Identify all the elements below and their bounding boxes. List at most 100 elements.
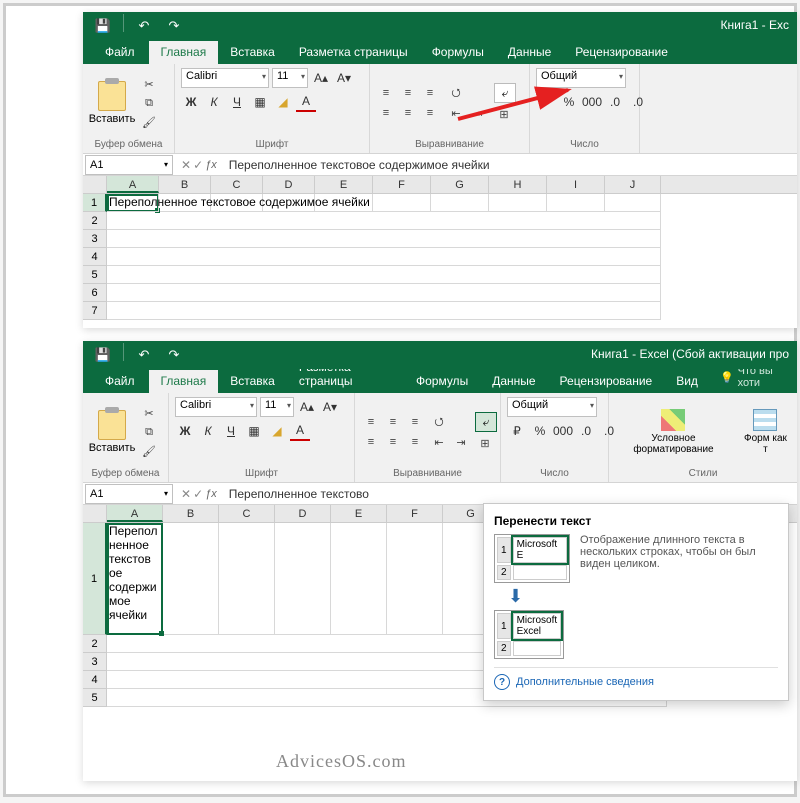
- wrap-text-button[interactable]: ⤶: [475, 412, 497, 432]
- increase-decimal-icon[interactable]: .0: [605, 92, 625, 112]
- italic-button[interactable]: К: [204, 92, 224, 112]
- align-middle-icon[interactable]: ≡: [398, 84, 418, 102]
- merge-button[interactable]: ⊞: [494, 105, 514, 123]
- conditional-formatting-button[interactable]: Условное форматирование: [615, 407, 732, 457]
- row-header[interactable]: 5: [83, 266, 107, 284]
- increase-decimal-icon[interactable]: .0: [576, 421, 596, 441]
- currency-icon[interactable]: ₽: [507, 421, 527, 441]
- cell[interactable]: [107, 248, 661, 266]
- tab-insert[interactable]: Вставка: [218, 41, 287, 64]
- bold-button[interactable]: Ж: [175, 421, 195, 441]
- cell[interactable]: [107, 266, 661, 284]
- tab-review[interactable]: Рецензирование: [563, 41, 680, 64]
- decrease-font-icon[interactable]: A▾: [334, 68, 354, 88]
- cell[interactable]: [107, 212, 661, 230]
- enter-icon[interactable]: ✓: [193, 158, 203, 172]
- font-name-combo[interactable]: Calibri▾: [181, 68, 269, 88]
- increase-font-icon[interactable]: A▴: [311, 68, 331, 88]
- formula-bar[interactable]: Переполненное текстовое содержимое ячейк…: [223, 156, 797, 174]
- select-all-corner[interactable]: [83, 176, 107, 193]
- decrease-indent-icon[interactable]: ⇤: [429, 433, 449, 451]
- fill-color-button[interactable]: ◢: [273, 92, 293, 112]
- col-header[interactable]: A: [107, 176, 159, 193]
- paste-button[interactable]: Вставить: [89, 81, 135, 125]
- cell[interactable]: [219, 523, 275, 635]
- tab-page-layout[interactable]: Разметка страницы: [287, 41, 420, 64]
- col-header[interactable]: B: [159, 176, 211, 193]
- format-painter-icon[interactable]: 🖌: [139, 442, 159, 460]
- align-top-icon[interactable]: ≡: [361, 413, 381, 431]
- row-header[interactable]: 2: [83, 635, 107, 653]
- copy-icon[interactable]: ⧉: [139, 94, 159, 112]
- tab-file[interactable]: Файл: [91, 41, 149, 64]
- cell[interactable]: [547, 194, 605, 212]
- save-icon[interactable]: 💾: [89, 343, 117, 367]
- underline-button[interactable]: Ч: [227, 92, 247, 112]
- align-top-icon[interactable]: ≡: [376, 84, 396, 102]
- undo-icon[interactable]: ↶: [130, 343, 158, 367]
- italic-button[interactable]: К: [198, 421, 218, 441]
- increase-indent-icon[interactable]: ⇥: [451, 433, 471, 451]
- cell[interactable]: [373, 194, 431, 212]
- col-header[interactable]: J: [605, 176, 661, 193]
- cell[interactable]: [489, 194, 547, 212]
- fx-icon[interactable]: ƒx: [205, 488, 217, 500]
- col-header[interactable]: E: [315, 176, 373, 193]
- row-header[interactable]: 3: [83, 653, 107, 671]
- thousands-icon[interactable]: 000: [582, 92, 602, 112]
- align-right-icon[interactable]: ≡: [420, 104, 440, 122]
- align-middle-icon[interactable]: ≡: [383, 413, 403, 431]
- col-header[interactable]: B: [163, 505, 219, 522]
- cell[interactable]: [275, 523, 331, 635]
- number-format-combo[interactable]: Общий▾: [536, 68, 626, 88]
- cell[interactable]: [331, 523, 387, 635]
- decrease-decimal-icon[interactable]: .0: [628, 92, 648, 112]
- tab-data[interactable]: Данные: [480, 370, 547, 393]
- tab-formulas[interactable]: Формулы: [420, 41, 496, 64]
- row-header[interactable]: 7: [83, 302, 107, 320]
- number-format-combo[interactable]: Общий▾: [507, 397, 597, 417]
- fill-color-button[interactable]: ◢: [267, 421, 287, 441]
- tab-home[interactable]: Главная: [149, 41, 219, 64]
- row-header[interactable]: 3: [83, 230, 107, 248]
- align-right-icon[interactable]: ≡: [405, 433, 425, 451]
- font-color-button[interactable]: A: [290, 421, 310, 441]
- cell[interactable]: [605, 194, 661, 212]
- redo-icon[interactable]: ↷: [160, 343, 188, 367]
- tab-review[interactable]: Рецензирование: [548, 370, 665, 393]
- orientation-icon[interactable]: ⭯: [446, 84, 466, 102]
- row-header[interactable]: 1: [83, 194, 107, 212]
- cancel-icon[interactable]: ✕: [181, 158, 191, 172]
- row-header[interactable]: 2: [83, 212, 107, 230]
- align-left-icon[interactable]: ≡: [361, 433, 381, 451]
- col-header[interactable]: C: [219, 505, 275, 522]
- col-header[interactable]: E: [331, 505, 387, 522]
- name-box[interactable]: A1▾: [85, 484, 173, 504]
- row-header[interactable]: 5: [83, 689, 107, 707]
- tab-view[interactable]: Вид: [664, 370, 710, 393]
- font-color-button[interactable]: A: [296, 92, 316, 112]
- underline-button[interactable]: Ч: [221, 421, 241, 441]
- decrease-indent-icon[interactable]: ⇤: [446, 104, 466, 122]
- tooltip-more-info-link[interactable]: Дополнительные сведения: [494, 667, 778, 690]
- cell[interactable]: [107, 230, 661, 248]
- tab-file[interactable]: Файл: [91, 370, 149, 393]
- orientation-icon[interactable]: ⭯: [429, 413, 449, 431]
- col-header[interactable]: F: [387, 505, 443, 522]
- cell[interactable]: [163, 523, 219, 635]
- cut-icon[interactable]: ✂: [139, 75, 159, 93]
- thousands-icon[interactable]: 000: [553, 421, 573, 441]
- col-header[interactable]: H: [489, 176, 547, 193]
- name-box[interactable]: A1▾: [85, 155, 173, 175]
- border-button[interactable]: ▦: [250, 92, 270, 112]
- row-header[interactable]: 1: [83, 523, 107, 635]
- col-header[interactable]: A: [107, 505, 163, 522]
- bold-button[interactable]: Ж: [181, 92, 201, 112]
- tab-insert[interactable]: Вставка: [218, 370, 287, 393]
- col-header[interactable]: D: [263, 176, 315, 193]
- increase-font-icon[interactable]: A▴: [297, 397, 317, 417]
- border-button[interactable]: ▦: [244, 421, 264, 441]
- cell-a1-wrapped[interactable]: Перепол ненное текстов ое содержи мое яч…: [107, 523, 163, 635]
- tab-home[interactable]: Главная: [149, 370, 219, 393]
- font-name-combo[interactable]: Calibri▾: [175, 397, 257, 417]
